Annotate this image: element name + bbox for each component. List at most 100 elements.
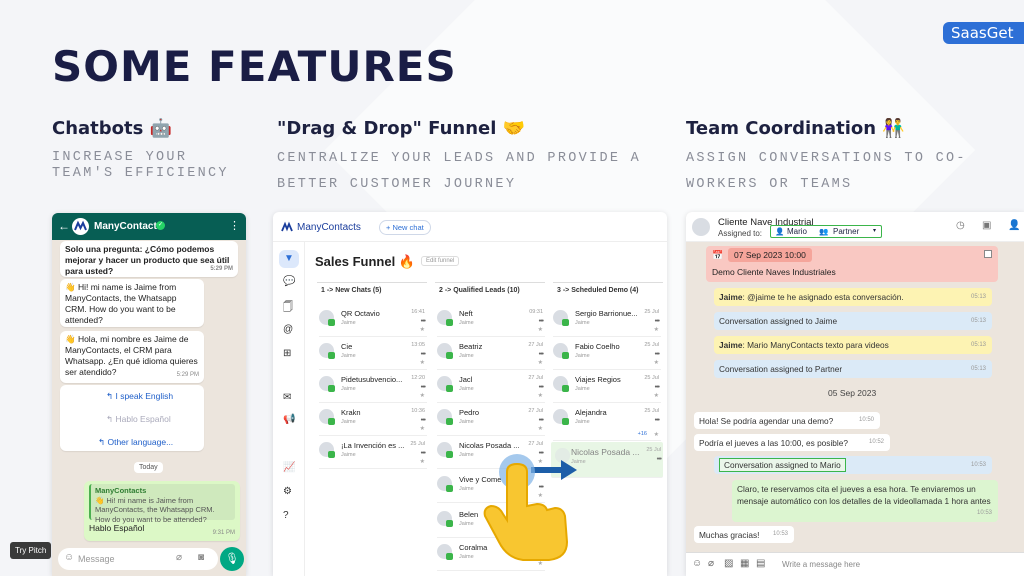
message-input[interactable]: Write a message here	[782, 560, 860, 569]
chart-icon[interactable]: 📈	[283, 462, 295, 473]
lead-card[interactable]: Neft Jaime 09:31 ••• ★	[437, 304, 545, 337]
new-chat-button[interactable]: + New chat	[379, 220, 431, 235]
lead-card[interactable]: Jacl Jaime 27 Jul ••• ★	[437, 370, 545, 403]
more-icon[interactable]: •••	[421, 417, 426, 424]
star-icon[interactable]: ★	[420, 392, 425, 399]
message-input[interactable]: Message	[78, 554, 115, 564]
whatsapp-icon	[562, 385, 569, 392]
funnel-title: Sales Funnel 🔥	[315, 254, 415, 269]
archive-icon[interactable]: ▣	[982, 220, 991, 231]
scheduled-event[interactable]: 📅 07 Sep 2023 10:00 Demo Cliente Naves I…	[706, 246, 998, 282]
lead-card[interactable]: ¡La Invención es ... Jaime 25 Jul ••• ★	[319, 436, 427, 469]
team-panel: Cliente Nave Industrial Assigned to: 👤 M…	[686, 212, 1024, 576]
attach-icon[interactable]: ⌀	[176, 552, 182, 563]
more-icon[interactable]: •••	[655, 384, 660, 391]
whatsapp-icon	[446, 352, 453, 359]
mail-icon[interactable]: ✉	[283, 392, 291, 403]
menu-dots-icon[interactable]: ⋮	[229, 219, 240, 232]
lead-card[interactable]: Krakn Jaime 10:36 ••• ★	[319, 403, 427, 436]
clock-icon[interactable]: ◷	[956, 220, 965, 231]
event-checkbox[interactable]	[984, 250, 992, 258]
chat-message: Podría el jueves a las 10:00, es posible…	[694, 434, 890, 451]
help-icon[interactable]: ?	[283, 510, 289, 521]
settings-icon[interactable]: ⚙	[283, 486, 292, 497]
try-pitch-button[interactable]: Try Pitch	[10, 542, 52, 559]
option-spanish-button[interactable]: ↰ Hablo Español	[106, 414, 171, 425]
brand-logo[interactable]: SaasGet	[943, 22, 1024, 44]
grid-icon[interactable]: ⊞	[283, 348, 291, 359]
emoji-icon[interactable]: ☺	[64, 552, 74, 563]
microphone-button[interactable]: 🎙	[220, 547, 244, 571]
internal-note: Jaime: Mario ManyContacts texto para vid…	[714, 336, 992, 354]
lead-card[interactable]: Alejandra Jaime 25 Jul ••• +16 ★	[553, 403, 661, 441]
quoted-message: ManyContacts 👋 Hi! mi name is Jaime from…	[89, 484, 235, 524]
back-arrow-icon[interactable]: ←	[58, 219, 70, 233]
lead-card[interactable]: Viajes Regios Jaime 25 Jul ••• ★	[553, 370, 661, 403]
star-icon[interactable]: ★	[654, 392, 659, 399]
mention-icon[interactable]: @	[283, 324, 293, 335]
more-icon[interactable]: •••	[539, 318, 544, 325]
star-icon[interactable]: ★	[538, 326, 543, 333]
more-icon[interactable]: •••	[657, 456, 662, 463]
edit-funnel-button[interactable]: Edit funnel	[421, 256, 460, 266]
star-icon[interactable]: ★	[420, 458, 425, 465]
more-icon[interactable]: •••	[539, 351, 544, 358]
star-icon[interactable]: ★	[654, 326, 659, 333]
sidebar-item-funnel[interactable]: ▼	[279, 250, 299, 268]
chats-icon[interactable]: 💬	[283, 276, 295, 287]
whatsapp-icon	[562, 418, 569, 425]
star-icon[interactable]: ★	[654, 359, 659, 366]
lead-card[interactable]: Beatriz Jaime 27 Jul ••• ★	[437, 337, 545, 370]
assignee-name: Mario	[787, 227, 808, 236]
option-english-button[interactable]: ↰ I speak English	[106, 391, 173, 402]
more-icon[interactable]: •••	[655, 417, 660, 424]
whatsapp-icon	[446, 553, 453, 560]
megaphone-icon[interactable]: 📢	[283, 414, 295, 425]
funnel-sidebar: ▼ 💬 🗍 @ ⊞ ✉ 📢 📈 ⚙ ?	[273, 242, 305, 576]
lead-card[interactable]: Sergio Barrionue... Jaime 25 Jul ••• ★	[553, 304, 661, 337]
whatsapp-icon	[446, 418, 453, 425]
option-other-button[interactable]: ↰ Other language...	[98, 437, 173, 448]
lead-card[interactable]: Fabio Coelho Jaime 25 Jul ••• ★	[553, 337, 661, 370]
star-icon[interactable]: ★	[654, 431, 659, 438]
template-icon[interactable]: ▤	[756, 558, 765, 569]
assignee-selector[interactable]: 👤 Mario 👥 Partner ▾	[770, 225, 882, 238]
counter-badge: +16	[637, 431, 647, 437]
attach-icon[interactable]: ⌀	[708, 558, 714, 569]
chatbot-panel: ← ManyContacts ✓ ⋮ Solo una pregunta: ¿C…	[52, 213, 246, 576]
lead-card[interactable]: Cie Jaime 13:05 ••• ★	[319, 337, 427, 370]
more-icon[interactable]: •••	[421, 384, 426, 391]
chat-message: Hola! Se podría agendar una demo? 10:50	[694, 412, 880, 429]
system-message: Conversation assigned to Mario 10:53	[714, 456, 992, 474]
star-icon[interactable]: ★	[538, 359, 543, 366]
more-icon[interactable]: •••	[539, 417, 544, 424]
more-icon[interactable]: •••	[655, 318, 660, 325]
star-icon[interactable]: ★	[420, 425, 425, 432]
lead-card[interactable]: QR Octavio Jaime 16:41 ••• ★	[319, 304, 427, 337]
star-icon[interactable]: ★	[538, 425, 543, 432]
assigned-label: Assigned to:	[718, 229, 763, 238]
star-icon[interactable]: ★	[420, 359, 425, 366]
camera-icon[interactable]: ◙	[198, 552, 204, 563]
lead-card[interactable]: Pidetusubvencio... Jaime 12:20 ••• ★	[319, 370, 427, 403]
more-icon[interactable]: •••	[421, 450, 426, 457]
more-icon[interactable]: •••	[421, 318, 426, 325]
star-icon[interactable]: ★	[420, 326, 425, 333]
emoji-icon[interactable]: ☺	[692, 558, 702, 569]
star-icon[interactable]: ★	[538, 392, 543, 399]
whatsapp-icon	[328, 319, 335, 326]
image-icon[interactable]: ▨	[724, 558, 733, 569]
more-icon[interactable]: •••	[421, 351, 426, 358]
feature-subtitle-team: ASSIGN CONVERSATIONS TO CO-WORKERS OR TE…	[686, 151, 967, 192]
more-icon[interactable]: •••	[539, 384, 544, 391]
lead-card[interactable]: Pedro Jaime 27 Jul ••• ★	[437, 403, 545, 436]
notes-icon[interactable]: 🗍	[283, 300, 293, 317]
whatsapp-icon	[328, 352, 335, 359]
date-divider: 05 Sep 2023	[828, 388, 877, 398]
more-icon[interactable]: •••	[655, 351, 660, 358]
calendar-icon: 📅	[712, 250, 724, 260]
user-icon: 👤	[775, 227, 785, 236]
calendar-icon[interactable]: ▦	[740, 558, 749, 569]
app-name: ManyContacts	[297, 222, 361, 233]
user-add-icon[interactable]: 👤	[1008, 220, 1020, 231]
